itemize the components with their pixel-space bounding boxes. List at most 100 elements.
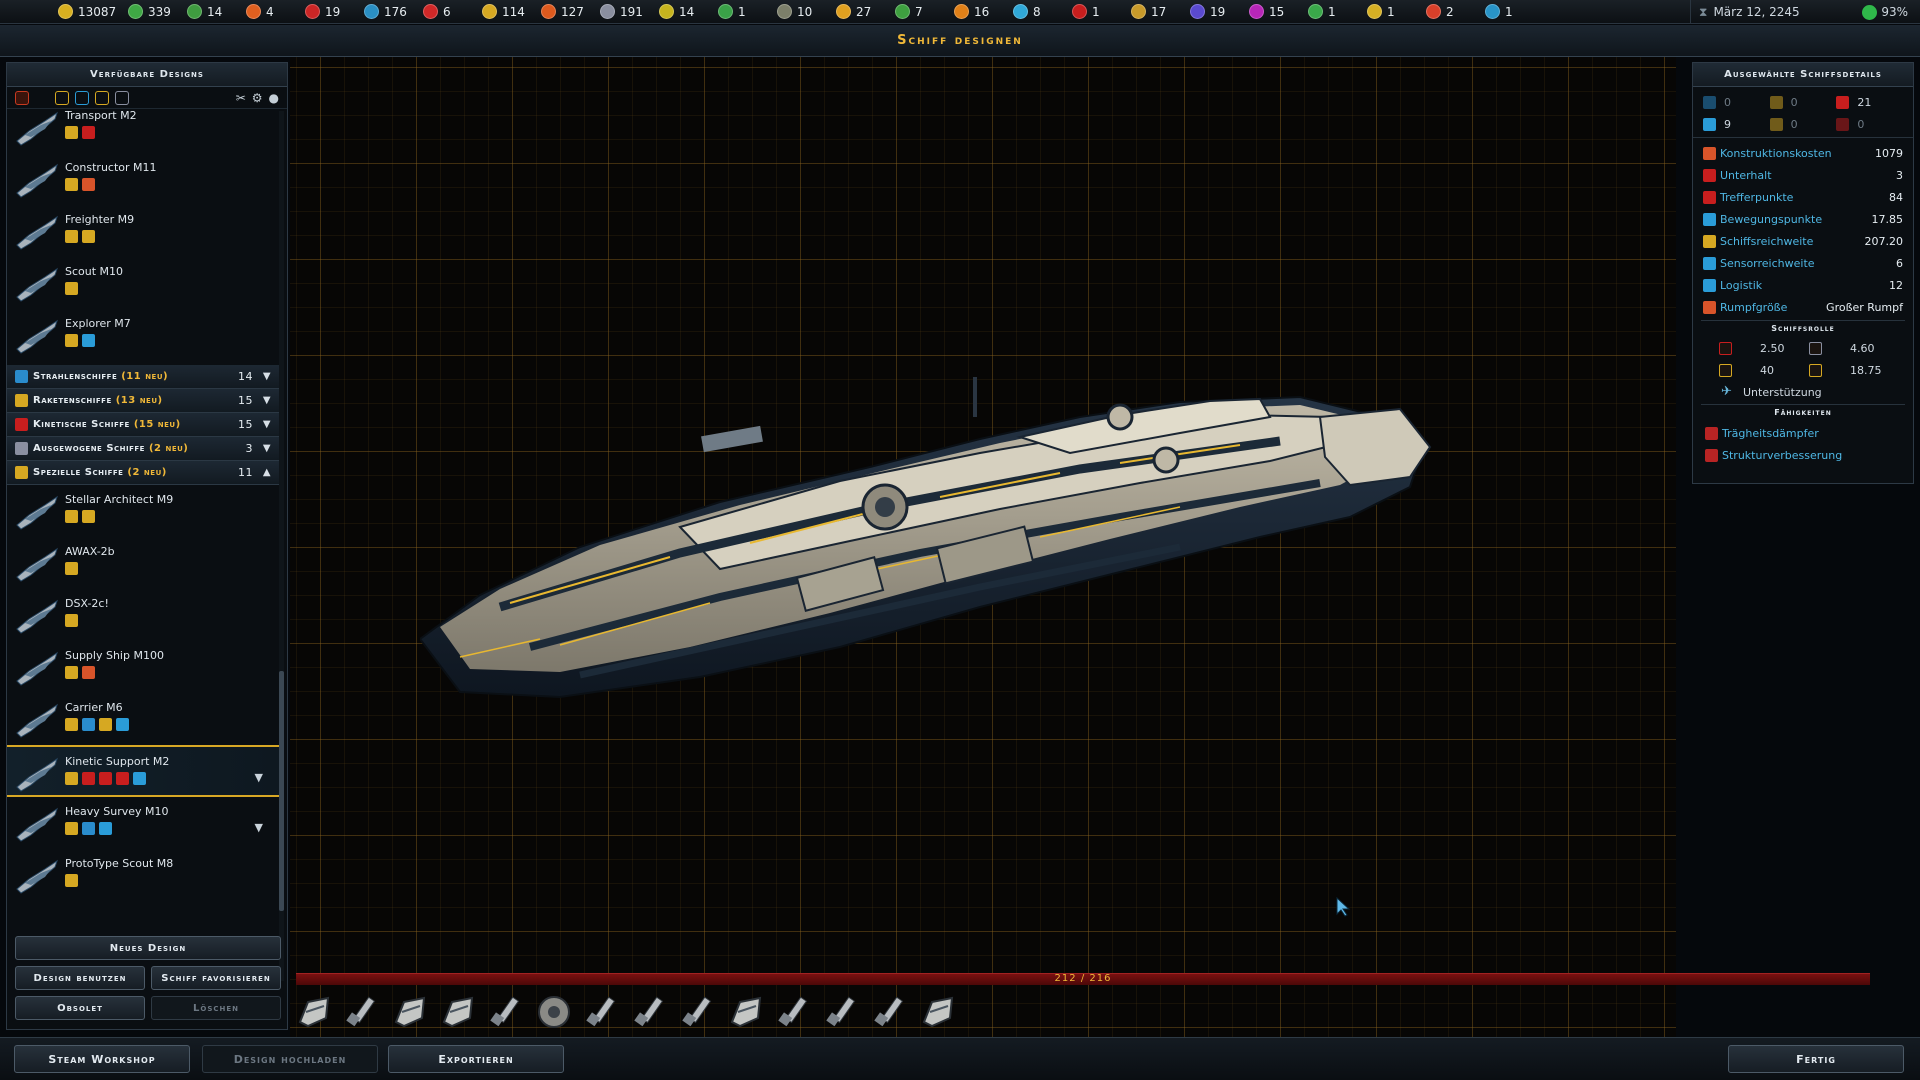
engine-component-icon[interactable] [916, 990, 960, 1034]
wealth-icon [482, 4, 497, 19]
design-list-item[interactable]: Constructor M11 [7, 153, 281, 205]
resource-item[interactable]: 14 [187, 0, 246, 24]
resource-item[interactable]: 1 [1072, 0, 1131, 24]
design-list-scrollbar[interactable] [279, 111, 284, 981]
resource-item[interactable]: 1 [718, 0, 777, 24]
kinetic-weapon-icon[interactable] [340, 990, 384, 1034]
category-toggle-icon[interactable]: ▼ [261, 395, 273, 406]
design-category-row[interactable]: Spezielle Schiffe (2 neu) 11 ▲ [7, 461, 281, 485]
resource-value: 176 [384, 4, 407, 19]
ship-role-header: Schiffsrolle [1701, 320, 1905, 336]
armor-plate-icon[interactable] [388, 990, 432, 1034]
category-toggle-icon[interactable]: ▼ [261, 443, 273, 454]
design-list-item[interactable]: Supply Ship M100 [7, 641, 281, 693]
category-name: Kinetische Schiffe [33, 419, 130, 430]
kinetic-weapon-icon[interactable] [628, 990, 672, 1034]
stat-label: Konstruktionskosten [1720, 146, 1832, 160]
resource-item[interactable]: 10 [777, 0, 836, 24]
delete-button[interactable]: Löschen [151, 996, 281, 1020]
use-design-button[interactable]: Design benutzen [15, 966, 145, 990]
resource-item[interactable]: 8 [1013, 0, 1072, 24]
filter-all-icon[interactable] [15, 90, 29, 105]
favorite-ship-button[interactable]: Schiff favorisieren [151, 966, 281, 990]
design-list-item[interactable]: DSX-2c! [7, 589, 281, 641]
resource-item[interactable]: 191 [600, 0, 659, 24]
resource-item[interactable]: 13087 [58, 0, 128, 24]
design-list-item[interactable]: AWAX-2b [7, 537, 281, 589]
kinetic-weapon-icon[interactable] [772, 990, 816, 1034]
design-list-item[interactable]: Carrier M6 [7, 693, 281, 745]
expand-arrow-icon[interactable]: ▼ [255, 771, 263, 784]
done-button[interactable]: Fertig [1728, 1045, 1904, 1073]
design-list-item[interactable]: Scout M10 [7, 257, 281, 309]
design-category-row[interactable]: Raketenschiffe (13 neu) 15 ▼ [7, 389, 281, 413]
export-button[interactable]: Exportieren [388, 1045, 564, 1073]
approval-rating[interactable]: 93% [1862, 4, 1908, 20]
design-list[interactable]: Transport M2 Constructor M11 Freighter M9 S… [7, 111, 281, 981]
design-list-item[interactable]: Kinetic Support M2 ▼ [7, 745, 281, 797]
expand-arrow-icon[interactable]: ▼ [255, 821, 263, 834]
ship-model[interactable] [420, 357, 1540, 777]
kinetic-weapon-icon[interactable] [676, 990, 720, 1034]
resource-item[interactable]: 17 [1131, 0, 1190, 24]
armor-plate-icon[interactable] [724, 990, 768, 1034]
filter-beam-icon[interactable] [75, 90, 89, 105]
obsolete-button[interactable]: Obsolet [15, 996, 145, 1020]
resource-item[interactable]: 16 [954, 0, 1013, 24]
sensor-dish-icon[interactable] [532, 990, 576, 1034]
ship-stat-row: Trefferpunkte 84 [1693, 186, 1913, 208]
category-toggle-icon[interactable]: ▲ [261, 467, 273, 478]
resource-item[interactable]: 339 [128, 0, 187, 24]
resource-item[interactable]: 6 [423, 0, 482, 24]
filter-missile-icon[interactable] [95, 90, 109, 105]
hull-component-icon[interactable] [292, 990, 336, 1034]
design-category-row[interactable]: Strahlenschiffe (11 neu) 14 ▼ [7, 365, 281, 389]
kinetic-weapon-icon[interactable] [820, 990, 864, 1034]
steam-workshop-button[interactable]: Steam Workshop [14, 1045, 190, 1073]
role-tag-icon [65, 230, 78, 243]
category-toggle-icon[interactable]: ▼ [261, 419, 273, 430]
resource-item[interactable]: 114 [482, 0, 541, 24]
ability-item[interactable]: Trägheitsdämpfer [1693, 422, 1913, 444]
resource-item[interactable]: 19 [305, 0, 364, 24]
design-list-item[interactable]: Heavy Survey M10 ▼ [7, 797, 281, 849]
ability-item[interactable]: Strukturverbesserung [1693, 444, 1913, 466]
resource-item[interactable]: 14 [659, 0, 718, 24]
ship-role[interactable]: ✈ Unterstützung [1693, 382, 1913, 402]
resource-item[interactable]: 7 [895, 0, 954, 24]
design-list-item[interactable]: ProtoType Scout M8 [7, 849, 281, 901]
component-strip [292, 990, 960, 1034]
design-list-item[interactable]: Transport M2 [7, 111, 281, 153]
resource-item[interactable]: 1 [1485, 0, 1544, 24]
resource-item[interactable]: 19 [1190, 0, 1249, 24]
kinetic-weapon-icon[interactable] [868, 990, 912, 1034]
ship-design-viewport[interactable] [290, 57, 1676, 1037]
resource-item[interactable]: 4 [246, 0, 305, 24]
new-design-button[interactable]: Neues Design [15, 936, 281, 960]
scrollbar-thumb[interactable] [279, 671, 284, 911]
category-toggle-icon[interactable]: ▼ [261, 371, 273, 382]
resource-item[interactable]: 27 [836, 0, 895, 24]
kinetic-weapon-icon[interactable] [484, 990, 528, 1034]
resource-item[interactable]: 176 [364, 0, 423, 24]
design-category-row[interactable]: Kinetische Schiffe (15 neu) 15 ▼ [7, 413, 281, 437]
design-category-row[interactable]: Ausgewogene Schiffe (2 neu) 3 ▼ [7, 437, 281, 461]
combat-stat-value: 0 [1790, 117, 1798, 131]
gear-icon[interactable]: ⚙ [252, 91, 263, 105]
design-list-item[interactable]: Stellar Architect M9 [7, 485, 281, 537]
stat-value: 84 [1889, 190, 1903, 204]
resource-item[interactable]: 1 [1308, 0, 1367, 24]
tools-icon[interactable]: ✂ [236, 91, 246, 105]
design-list-item[interactable]: Explorer M7 [7, 309, 281, 361]
kinetic-weapon-icon[interactable] [580, 990, 624, 1034]
shield-module-icon[interactable] [436, 990, 480, 1034]
design-list-item[interactable]: Freighter M9 [7, 205, 281, 257]
user-icon[interactable]: ● [269, 91, 279, 105]
filter-civil-icon[interactable] [55, 90, 69, 105]
resource-item[interactable]: 127 [541, 0, 600, 24]
filter-balanced-icon[interactable] [115, 90, 129, 105]
upload-design-button[interactable]: Design hochladen [202, 1045, 378, 1073]
resource-item[interactable]: 1 [1367, 0, 1426, 24]
resource-item[interactable]: 15 [1249, 0, 1308, 24]
resource-item[interactable]: 2 [1426, 0, 1485, 24]
